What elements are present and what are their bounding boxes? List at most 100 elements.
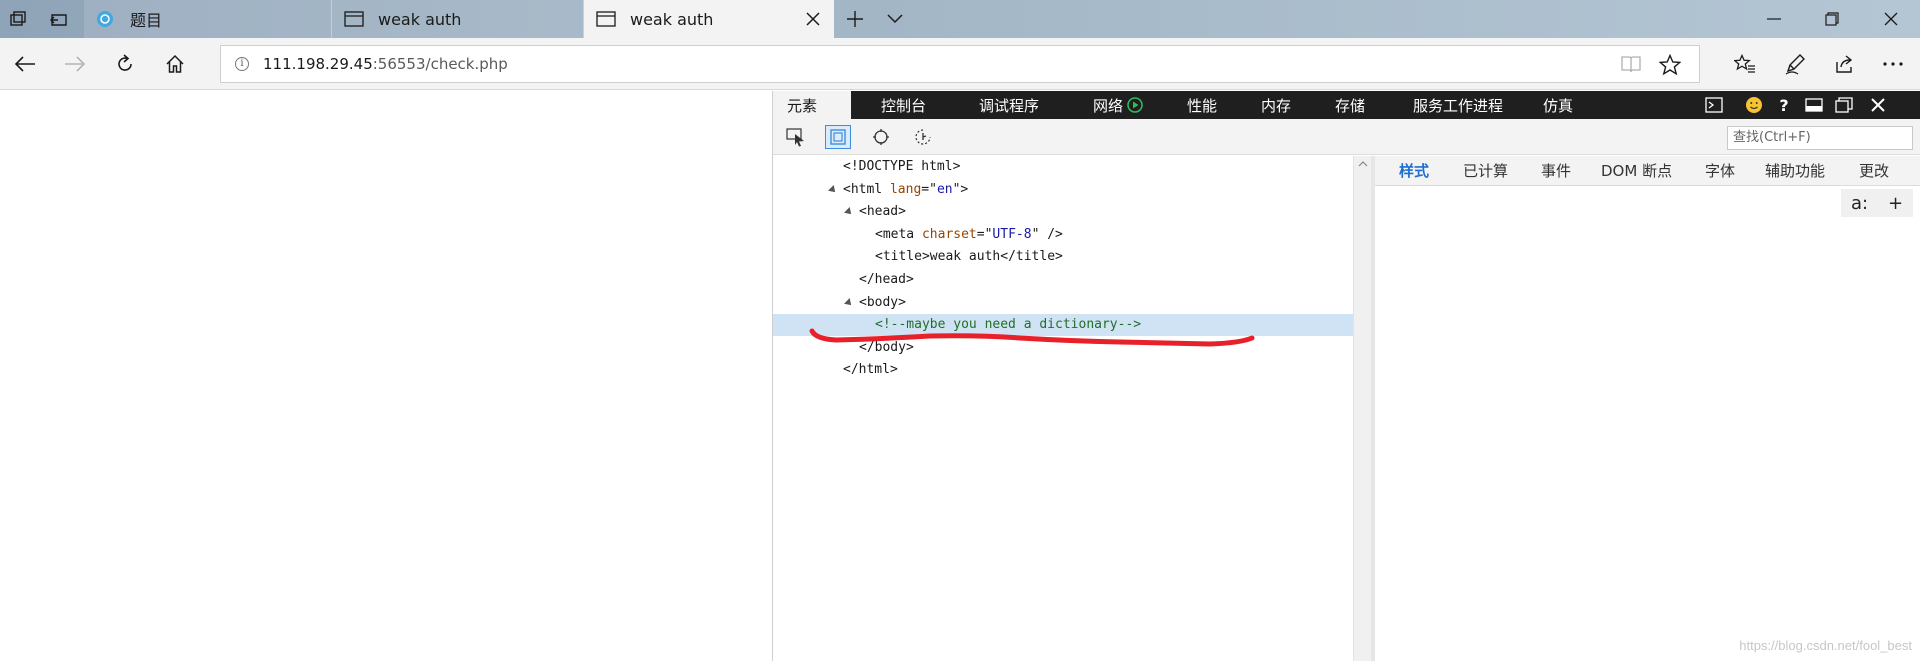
devtools-tab-debugger[interactable]: 调试程序 — [965, 91, 1053, 119]
add-rule-button[interactable]: + — [1888, 193, 1903, 214]
tab-preview-chevron-down-icon[interactable] — [884, 9, 906, 29]
dom-node-code: </html> — [843, 359, 898, 381]
dom-token: <title> — [875, 249, 930, 265]
close-icon[interactable] — [1862, 0, 1920, 38]
styles-side-pane: 样式 已计算 事件 DOM 断点 字体 辅助功能 更改 a: + — [1375, 156, 1920, 661]
dom-node-code: <head> — [859, 201, 906, 223]
watermark-text: https://blog.csdn.net/fool_best — [1739, 638, 1912, 653]
devtools-tab-console[interactable]: 控制台 — [867, 91, 940, 119]
expand-triangle-icon[interactable] — [844, 207, 854, 218]
dom-token: charset — [921, 226, 977, 242]
tab-0[interactable]: 题目 — [84, 0, 332, 38]
highlight-box-icon[interactable] — [825, 125, 851, 149]
dom-node-line[interactable]: </body> — [773, 337, 1353, 359]
dom-node-code: <!DOCTYPE html> — [843, 156, 960, 178]
devtools-tab-network[interactable]: 网络 — [1079, 91, 1157, 119]
dom-token: <html — [843, 181, 890, 197]
side-tab-dom-breakpoints[interactable]: DOM 断点 — [1601, 156, 1672, 186]
forward-arrow-icon[interactable] — [58, 48, 92, 80]
side-tab-computed[interactable]: 已计算 — [1463, 156, 1508, 186]
touch-gesture-icon[interactable] — [910, 125, 936, 149]
dom-node-line[interactable]: <head> — [773, 201, 1353, 223]
minimize-icon[interactable] — [1745, 0, 1803, 38]
dock-bottom-icon[interactable] — [1803, 95, 1825, 115]
side-tab-changes[interactable]: 更改 — [1859, 156, 1889, 186]
dom-token: "> — [952, 181, 969, 197]
dom-token: <head> — [859, 204, 906, 220]
site-info-icon[interactable]: i — [235, 57, 249, 71]
side-tab-bar: 样式 已计算 事件 DOM 断点 字体 辅助功能 更改 — [1375, 156, 1920, 186]
dom-token: </html> — [843, 362, 898, 378]
favorite-star-icon[interactable] — [1658, 53, 1682, 80]
dom-token: =" — [976, 226, 993, 242]
dom-node-line[interactable]: <meta charset="UTF-8" /> — [773, 224, 1353, 246]
refresh-icon[interactable] — [108, 48, 142, 80]
record-play-icon[interactable] — [1127, 97, 1143, 113]
new-tab-icon[interactable] — [844, 9, 866, 29]
expand-triangle-icon[interactable] — [844, 297, 854, 308]
side-tab-styles[interactable]: 样式 — [1399, 156, 1429, 186]
tab-2[interactable]: weak auth — [584, 0, 834, 38]
devtools-tab-elements[interactable]: 元素 — [773, 91, 851, 119]
dom-tree-scrollbar[interactable] — [1353, 156, 1371, 661]
back-arrow-icon[interactable] — [8, 48, 42, 80]
undock-window-icon[interactable] — [1833, 95, 1855, 115]
dom-node-line[interactable]: </head> — [773, 269, 1353, 291]
site-favicon-icon — [96, 11, 116, 27]
devtools-tab-performance[interactable]: 性能 — [1173, 91, 1231, 119]
address-bar[interactable]: i 111.198.29.45:56553/check.php — [220, 45, 1700, 83]
dom-node-line[interactable]: <!--maybe you need a dictionary--> — [773, 314, 1353, 337]
home-icon[interactable] — [158, 48, 192, 80]
url-text[interactable]: 111.198.29.45:56553/check.php — [263, 55, 508, 73]
expand-triangle-icon[interactable] — [828, 184, 838, 195]
devtools-tab-storage[interactable]: 存储 — [1321, 91, 1379, 119]
dom-tree[interactable]: <!DOCTYPE html> <html lang="en"> <head> <me… — [773, 156, 1353, 661]
page-content[interactable] — [0, 91, 772, 661]
share-icon[interactable] — [1828, 48, 1862, 80]
dom-token: <meta — [875, 226, 922, 242]
dom-token: weak auth — [929, 249, 1001, 265]
scroll-up-chevron-icon[interactable] — [1358, 161, 1368, 167]
devtools-tab-emulation[interactable]: 仿真 — [1529, 91, 1587, 119]
set-aside-tabs-icon[interactable] — [48, 9, 70, 29]
side-tab-fonts[interactable]: 字体 — [1705, 156, 1735, 186]
help-question-icon[interactable]: ? — [1773, 95, 1795, 115]
dom-node-line[interactable]: <!DOCTYPE html> — [773, 156, 1353, 178]
dom-node-code: </head> — [859, 269, 914, 291]
dom-token: UTF-8 — [992, 226, 1032, 242]
page-icon — [344, 11, 364, 27]
more-options-icon[interactable] — [1876, 48, 1910, 80]
close-devtools-icon[interactable] — [1867, 95, 1889, 115]
dom-node-code: <html lang="en"> — [843, 179, 968, 201]
close-tab-icon[interactable] — [802, 8, 824, 30]
devtools-tab-service-workers[interactable]: 服务工作进程 — [1399, 91, 1517, 119]
color-picker-icon[interactable] — [868, 125, 894, 149]
side-tab-accessibility[interactable]: 辅助功能 — [1765, 156, 1825, 186]
dom-node-line[interactable]: <body> — [773, 292, 1353, 314]
dom-node-line[interactable]: <html lang="en"> — [773, 179, 1353, 201]
dom-token: lang — [889, 181, 922, 197]
dom-token: <!--maybe you need a dictionary--> — [875, 317, 1142, 333]
console-prompt-icon[interactable] — [1703, 95, 1725, 115]
dom-node-line[interactable]: </html> — [773, 359, 1353, 381]
devtools-tab-bar: 元素 控制台 调试程序 网络 性能 内存 存储 服务工作进程 仿真 ? — [773, 91, 1920, 119]
dom-token: " /> — [1031, 226, 1063, 242]
devtools-panel: 元素 控制台 调试程序 网络 性能 内存 存储 服务工作进程 仿真 ? 查找(C… — [772, 91, 1920, 661]
feedback-smiley-icon[interactable] — [1743, 95, 1765, 115]
dom-token: en — [936, 181, 953, 197]
reading-view-icon[interactable] — [1621, 55, 1641, 77]
find-search-input[interactable]: 查找(Ctrl+F) — [1727, 126, 1913, 150]
select-element-icon[interactable] — [783, 125, 809, 149]
tab-1[interactable]: weak auth — [332, 0, 584, 38]
favorites-hub-icon[interactable] — [1728, 48, 1762, 80]
dom-token: </head> — [859, 272, 914, 287]
restore-icon[interactable] — [1803, 0, 1861, 38]
dom-node-code: <body> — [859, 292, 906, 314]
devtools-tab-memory[interactable]: 内存 — [1247, 91, 1305, 119]
side-tools: a: + — [1841, 189, 1913, 217]
pen-note-icon[interactable] — [1778, 48, 1812, 80]
tab-manager-icon[interactable] — [8, 9, 30, 29]
dom-node-line[interactable]: <title>weak auth</title> — [773, 246, 1353, 268]
side-tab-events[interactable]: 事件 — [1541, 156, 1571, 186]
pseudo-state-toggle[interactable]: a: — [1851, 193, 1868, 214]
